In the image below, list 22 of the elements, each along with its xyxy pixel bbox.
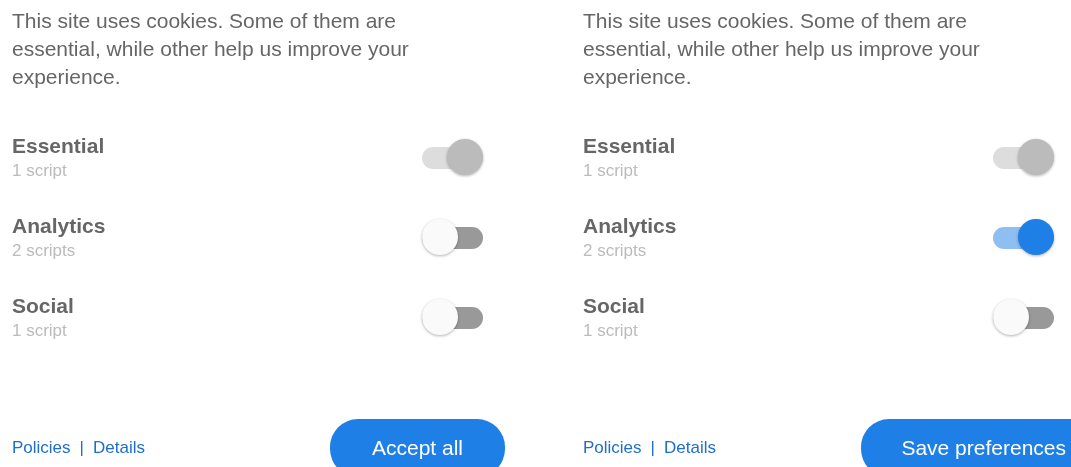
category-name: Essential: [12, 133, 105, 159]
script-count: 2 scripts: [12, 240, 77, 262]
category-name: Analytics: [583, 213, 677, 239]
cookie-notice: This site uses cookies. Some of them are essential, while other help us improve your experience.: [12, 8, 410, 90]
script-count: 1 script: [583, 320, 639, 342]
separator: |: [79, 438, 84, 458]
save-button[interactable]: Save preferences: [861, 419, 1071, 467]
details-link[interactable]: Details: [93, 438, 145, 458]
category-name: Social: [12, 293, 74, 319]
cookie-notice: This site uses cookies. Some of them are essential, while other help us improve your experience.: [583, 8, 981, 90]
details-link[interactable]: Details: [664, 438, 716, 458]
accept-button[interactable]: Accept all: [329, 419, 505, 467]
script-count: 1 script: [583, 160, 639, 182]
category-name: Essential: [583, 133, 676, 159]
policies-link[interactable]: Policies: [583, 438, 642, 458]
separator: |: [650, 438, 655, 458]
category-name: Social: [583, 293, 645, 319]
category-name: Analytics: [12, 213, 106, 239]
script-count: 2 scripts: [583, 240, 648, 262]
policies-link[interactable]: Policies: [12, 438, 71, 458]
script-count: 1 script: [12, 320, 68, 342]
script-count: 1 script: [12, 160, 68, 182]
